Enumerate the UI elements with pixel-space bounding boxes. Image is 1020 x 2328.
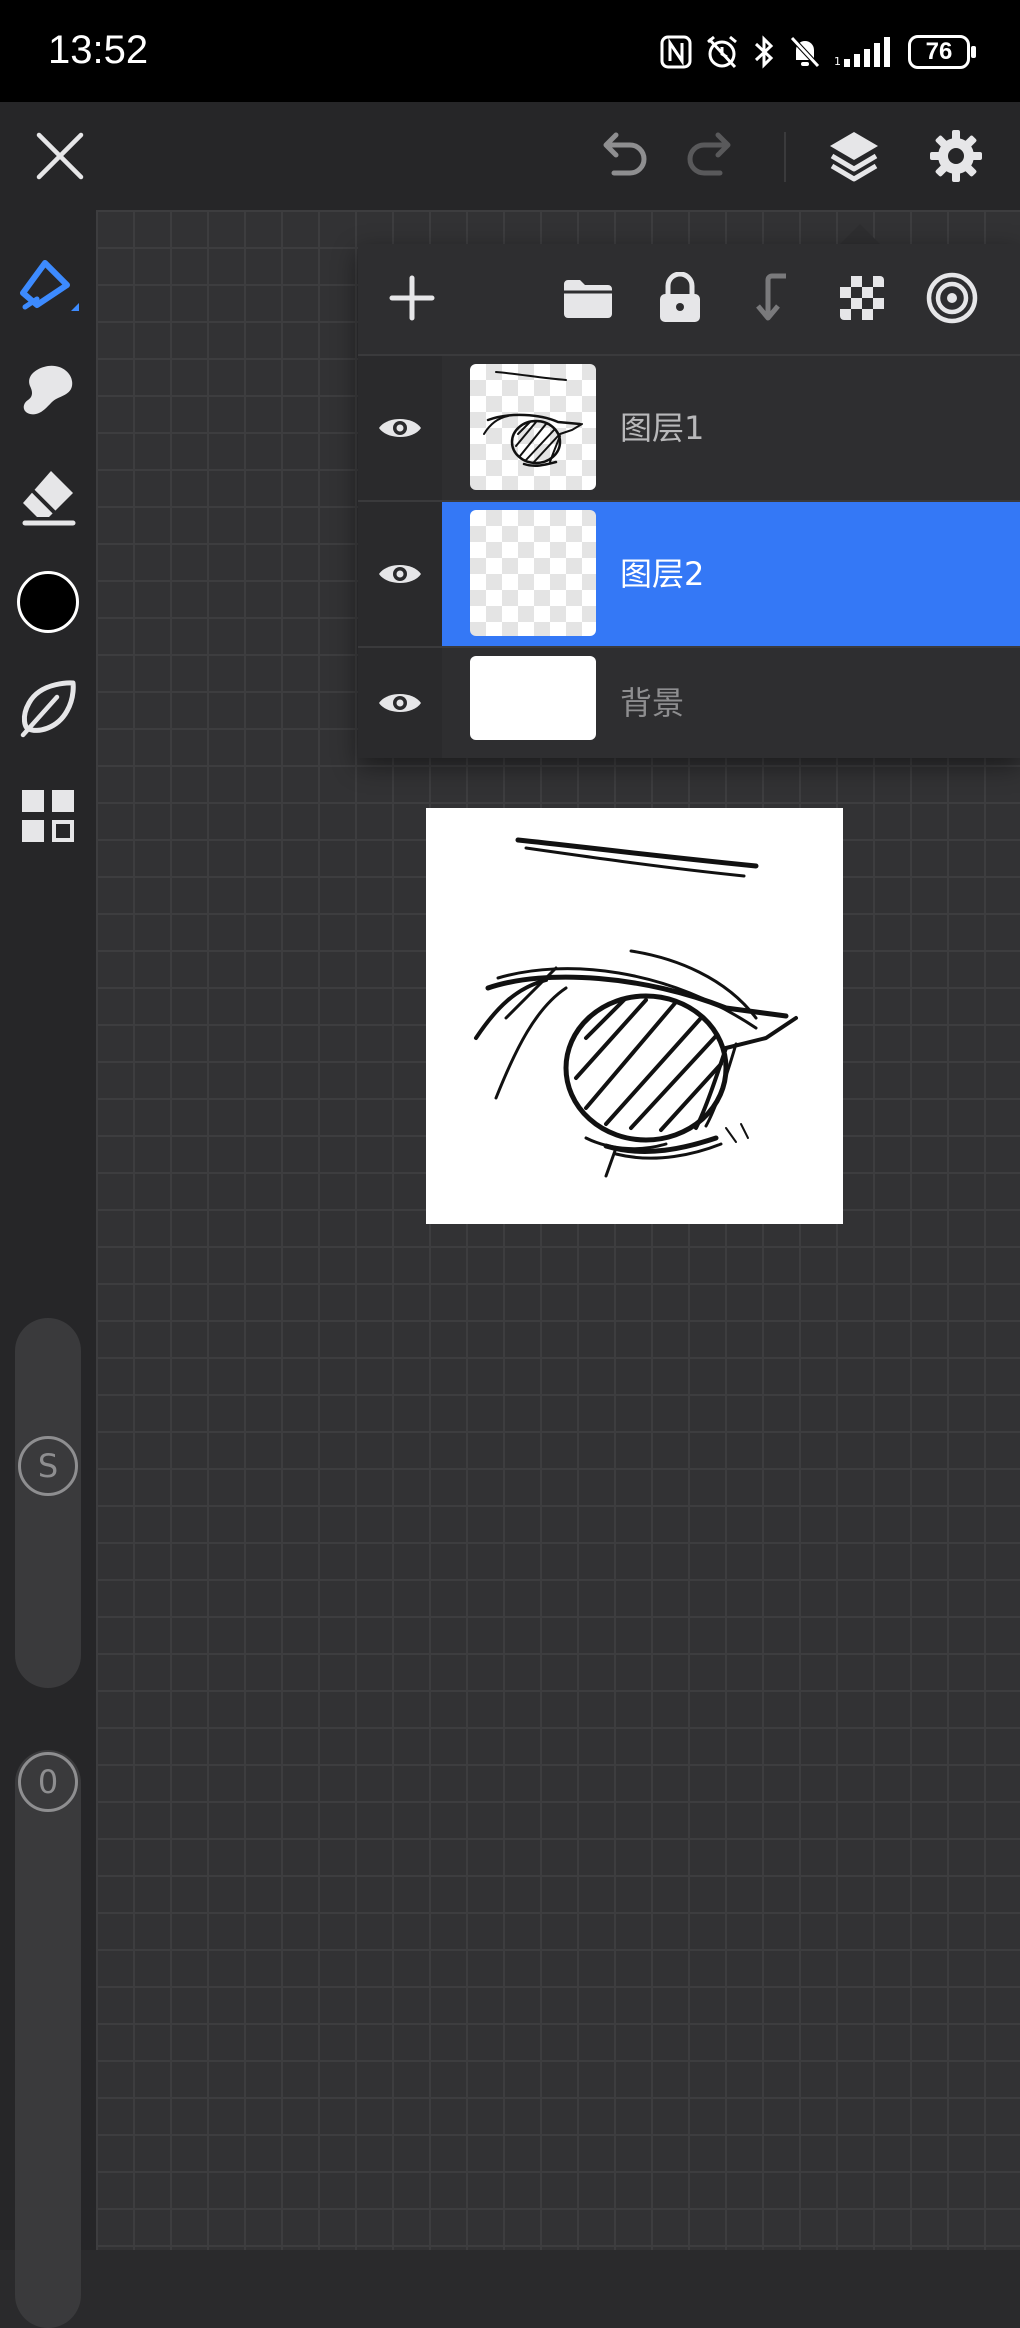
opacity-slider[interactable] — [15, 1750, 81, 2328]
svg-text:1: 1 — [834, 55, 841, 68]
eraser-icon — [22, 471, 76, 526]
layers-icon — [830, 132, 878, 182]
color-swatch[interactable] — [12, 566, 84, 638]
undo-button[interactable] — [588, 122, 656, 190]
layer-row-background[interactable]: 背景 — [358, 648, 1020, 758]
color-swatch-circle — [17, 571, 79, 633]
layer-thumbnail — [470, 364, 596, 490]
status-time: 13:52 — [48, 28, 149, 72]
mute-icon — [790, 36, 820, 68]
status-icons: 1 76 — [660, 30, 976, 74]
close-button[interactable] — [26, 122, 94, 190]
layer-row[interactable]: 图层1 — [358, 356, 1020, 500]
layers-button[interactable] — [820, 122, 888, 190]
add-layer-button[interactable] — [380, 266, 444, 330]
lock-icon — [660, 272, 700, 322]
nfc-icon — [660, 35, 692, 69]
layer-name: 图层2 — [620, 555, 705, 593]
layer-content[interactable]: 图层2 — [442, 502, 1020, 646]
settings-button[interactable] — [922, 122, 990, 190]
visibility-toggle[interactable] — [358, 648, 442, 758]
lock-layer-button[interactable] — [648, 266, 712, 330]
eraser-tool[interactable] — [12, 460, 84, 532]
pen-icon — [20, 260, 79, 311]
target-icon — [926, 272, 978, 324]
eye-sketch — [474, 837, 798, 1178]
layer-content[interactable]: 背景 — [442, 648, 1020, 758]
redo-icon — [687, 132, 731, 176]
merge-down-button[interactable] — [740, 266, 804, 330]
redo-button[interactable] — [678, 122, 746, 190]
layer-toolbar — [358, 244, 1020, 356]
brush-size-knob[interactable]: S — [18, 1436, 78, 1496]
settings-icon — [930, 130, 982, 182]
layer-thumbnail — [470, 656, 596, 740]
visibility-toggle[interactable] — [358, 356, 442, 500]
add-icon — [389, 275, 435, 321]
brush-size-slider[interactable] — [15, 1318, 81, 1688]
merge-down-icon — [756, 273, 786, 321]
pen-tool[interactable] — [12, 248, 84, 320]
grid-menu-icon — [22, 790, 74, 842]
layer-row-selected[interactable]: 图层2 — [358, 502, 1020, 646]
eye-icon — [379, 419, 421, 437]
folder-icon — [564, 280, 612, 318]
battery-indicator: 76 — [908, 35, 976, 69]
layer-name: 背景 — [620, 684, 685, 722]
target-button[interactable] — [920, 266, 984, 330]
layer-content[interactable]: 图层1 — [442, 356, 1020, 500]
smudge-tool[interactable] — [12, 354, 84, 426]
eye-icon — [379, 694, 421, 712]
close-icon — [36, 132, 84, 180]
layer-panel: 图层1 图层2 背景 — [358, 244, 1020, 758]
eye-icon — [379, 565, 421, 583]
smudge-icon — [23, 365, 73, 415]
leaf-brush-icon — [20, 680, 76, 738]
undo-icon — [603, 132, 647, 176]
transparency-icon — [840, 276, 884, 320]
transparency-button[interactable] — [830, 266, 894, 330]
folder-button[interactable] — [556, 266, 620, 330]
layer-thumbnail — [470, 510, 596, 636]
toolbar-divider — [784, 132, 786, 182]
panel-pointer — [840, 224, 880, 244]
drawing-canvas[interactable] — [426, 808, 843, 1224]
signal-icon: 1 — [834, 37, 890, 68]
leaf-brush-tool[interactable] — [12, 672, 84, 744]
alarm-icon — [707, 35, 737, 69]
layer-name: 图层1 — [620, 409, 705, 447]
left-toolbar: S 0 — [0, 210, 96, 2328]
thumbnail-sketch — [483, 371, 583, 467]
grid-menu-button[interactable] — [12, 780, 84, 852]
top-bar — [0, 102, 1020, 210]
bluetooth-icon — [754, 35, 774, 69]
opacity-knob[interactable]: 0 — [18, 1752, 78, 1812]
status-bar: 13:52 1 76 — [0, 0, 1020, 102]
visibility-toggle[interactable] — [358, 502, 442, 646]
